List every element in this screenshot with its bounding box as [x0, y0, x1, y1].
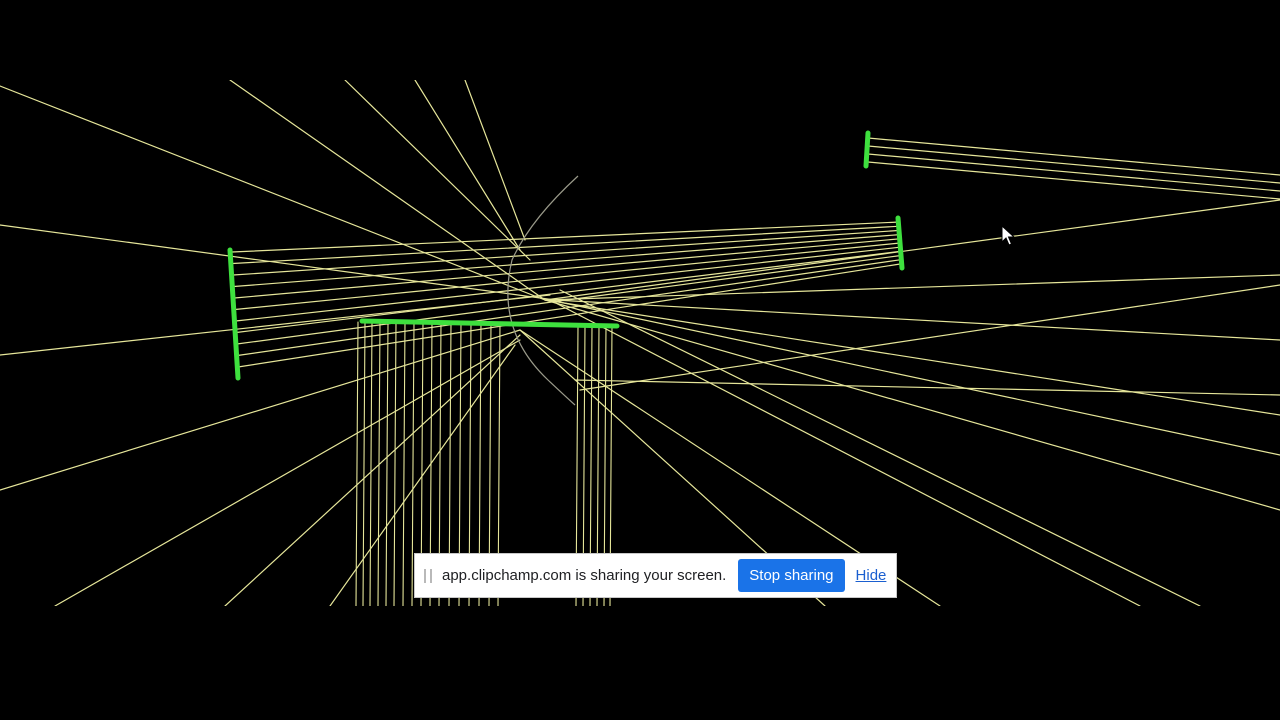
optics-simulation-canvas[interactable]: app.clipchamp.com is sharing your screen…: [0, 0, 1280, 720]
light-ray: [0, 224, 556, 301]
screen-share-notification-bar: app.clipchamp.com is sharing your screen…: [414, 553, 897, 598]
light-ray: [544, 199, 1280, 301]
light-ray: [0, 329, 521, 491]
light-ray: [867, 137, 1280, 176]
hide-link[interactable]: Hide: [856, 567, 887, 584]
light-ray: [235, 250, 901, 334]
light-ray: [369, 321, 373, 606]
light-ray: [233, 234, 901, 288]
stop-sharing-button[interactable]: Stop sharing: [738, 559, 845, 592]
mirror-horizontal: [359, 318, 620, 329]
light-ray: [236, 259, 901, 357]
light-ray: [229, 80, 546, 301]
light-ray: [867, 153, 1280, 192]
curved-mirror-arc[interactable]: [507, 175, 579, 406]
light-ray: [414, 80, 521, 251]
light-ray: [544, 299, 1280, 511]
light-ray: [579, 284, 1280, 391]
light-ray: [464, 80, 526, 241]
light-ray: [0, 85, 546, 301]
light-ray: [574, 379, 1280, 396]
light-ray: [355, 321, 359, 606]
ray-diagram[interactable]: [0, 0, 1280, 720]
share-message: app.clipchamp.com is sharing your screen…: [442, 567, 727, 584]
flat-mirrors[interactable]: [227, 130, 905, 381]
light-ray: [393, 321, 397, 606]
light-ray: [385, 321, 389, 606]
mouse-pointer-icon: [1001, 224, 1017, 247]
light-ray: [362, 321, 366, 606]
mirror-left: [227, 247, 241, 381]
light-ray: [402, 321, 406, 606]
light-rays: [0, 80, 1280, 606]
light-ray: [544, 299, 1280, 416]
mirror-top-right: [863, 130, 871, 169]
drag-handle-icon[interactable]: [424, 568, 432, 583]
light-ray: [544, 274, 1280, 301]
light-ray: [237, 263, 901, 368]
light-ray: [867, 161, 1280, 200]
light-ray: [867, 145, 1280, 184]
